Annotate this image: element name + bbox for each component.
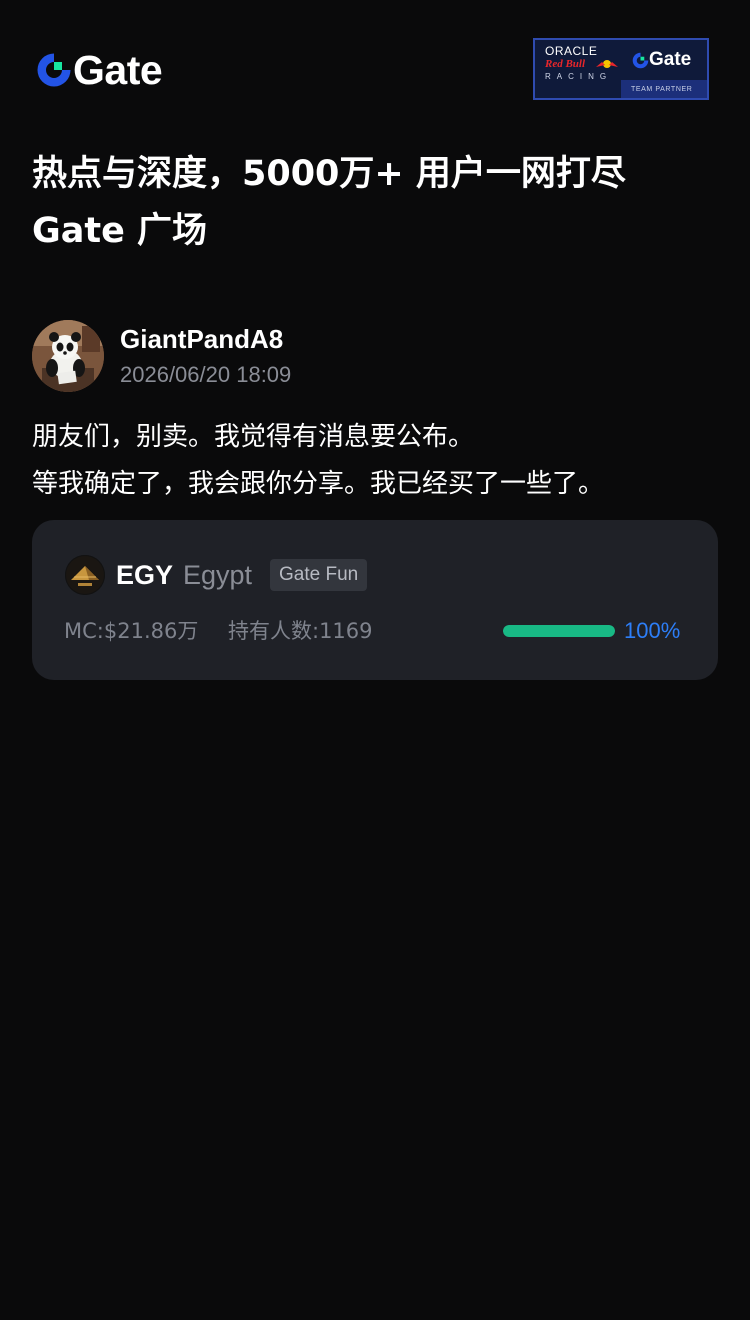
post-author[interactable]: GiantPandA8 2026/06/20 18:09 xyxy=(32,320,722,392)
pyramid-token-icon xyxy=(65,555,105,595)
post-body-line-2: 等我确定了，我会跟你分享。我已经买了一些了。 xyxy=(32,469,605,499)
panda-avatar-icon xyxy=(32,320,104,392)
gate-logo[interactable]: Gate xyxy=(36,47,163,93)
gate-logo-icon xyxy=(37,53,71,87)
bonding-progress-bar xyxy=(503,625,615,637)
partner-footer-text: TEAM PARTNER xyxy=(631,86,693,93)
token-holders: 持有人数:1169 xyxy=(228,619,373,643)
partner-gate-text: Gate xyxy=(649,49,692,70)
token-name: Egypt xyxy=(183,560,253,590)
token-card[interactable]: EGY Egypt Gate Fun MC:$21.86万 持有人数:1169 … xyxy=(32,520,718,680)
token-market-cap: MC:$21.86万 xyxy=(64,619,199,643)
page-header: Gate ORACLE Red Bull RACING Gate TEAM PA… xyxy=(0,0,750,140)
post-body: 朋友们，别卖。我觉得有消息要公布。 等我确定了，我会跟你分享。我已经买了一些了。 xyxy=(32,414,732,508)
partner-oracle-text: ORACLE xyxy=(545,44,598,58)
headline-line-2: Gate 广场 xyxy=(32,211,208,251)
token-platform-tag: Gate Fun xyxy=(270,559,368,591)
avatar[interactable] xyxy=(32,320,104,392)
author-name[interactable]: GiantPandA8 xyxy=(120,322,283,356)
token-icon xyxy=(65,555,105,595)
partner-racing-text: RACING xyxy=(545,72,613,81)
post-body-line-1: 朋友们，别卖。我觉得有消息要公布。 xyxy=(32,422,475,452)
page-headline: 热点与深度，5000万+ 用户一网打尽 Gate 广场 xyxy=(32,146,722,260)
gate-mini-logo-icon xyxy=(632,52,649,68)
post-timestamp: 2026/06/20 18:09 xyxy=(120,362,292,387)
team-partner-badge: ORACLE Red Bull RACING Gate TEAM PARTNER xyxy=(533,38,709,100)
red-bull-emblem-icon xyxy=(596,60,618,68)
headline-line-1: 热点与深度，5000万+ 用户一网打尽 xyxy=(32,154,626,194)
partner-redbull-text: Red Bull xyxy=(545,58,586,70)
bonding-progress-fill xyxy=(503,625,615,637)
bonding-progress-label: 100% xyxy=(624,618,681,643)
gate-logo-text: Gate xyxy=(73,47,163,93)
token-symbol: EGY xyxy=(116,560,174,590)
partner-gate-logo: Gate xyxy=(632,50,691,70)
